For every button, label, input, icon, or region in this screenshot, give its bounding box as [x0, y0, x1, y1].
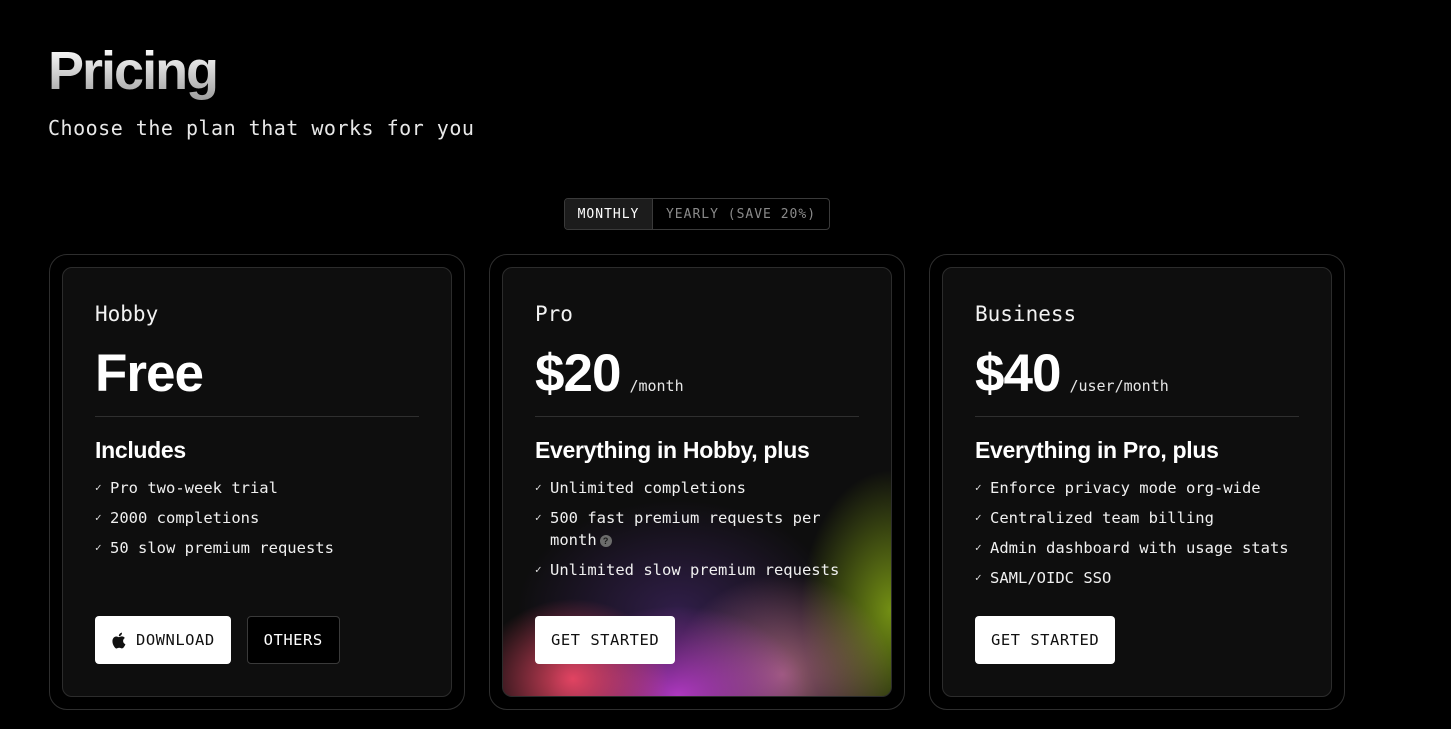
plan-actions: GET STARTED: [975, 616, 1116, 664]
plan-actions: DOWNLOAD OTHERS: [95, 616, 340, 664]
get-started-button[interactable]: GET STARTED: [535, 616, 676, 664]
plan-card-hobby-inner: Hobby Free Includes ✓ Pro two-week trial …: [62, 267, 452, 697]
feature-item: ✓ Unlimited slow premium requests: [535, 559, 859, 581]
help-icon[interactable]: ?: [599, 534, 612, 547]
feature-item: ✓ 50 slow premium requests: [95, 537, 419, 559]
check-icon: ✓: [95, 541, 102, 554]
price-row: $40 /user/month: [975, 344, 1299, 404]
check-icon: ✓: [975, 481, 982, 494]
plan-price: $40: [975, 344, 1061, 403]
feature-item: ✓ Unlimited completions: [535, 477, 859, 499]
billing-toggle: MONTHLY YEARLY (SAVE 20%): [564, 198, 830, 230]
page-subtitle: Choose the plan that works for you: [48, 116, 475, 140]
divider: [975, 416, 1299, 417]
feature-label: 50 slow premium requests: [110, 539, 334, 557]
feature-label: Admin dashboard with usage stats: [990, 539, 1289, 557]
plan-price: $20: [535, 344, 621, 403]
feature-item: ✓ 2000 completions: [95, 507, 419, 529]
feature-label: SAML/OIDC SSO: [990, 569, 1112, 587]
plans-container: Hobby Free Includes ✓ Pro two-week trial …: [49, 254, 1345, 710]
feature-list: ✓ Unlimited completions ✓ 500 fast premium…: [535, 477, 859, 581]
feature-label: Centralized team billing: [990, 509, 1214, 527]
plan-actions: GET STARTED: [535, 616, 676, 664]
feature-item: ✓ Admin dashboard with usage stats: [975, 537, 1299, 559]
includes-heading: Everything in Hobby, plus: [535, 437, 810, 463]
plan-card-business-inner: Business $40 /user/month Everything in P…: [942, 267, 1332, 697]
price-unit: /month: [629, 377, 684, 395]
feature-label: 500 fast premium requests per month: [550, 509, 821, 549]
plan-card-business: Business $40 /user/month Everything in P…: [929, 254, 1345, 710]
feature-item: ✓ Pro two-week trial: [95, 477, 419, 499]
feature-label: Unlimited slow premium requests: [550, 561, 840, 579]
page-title: Pricing: [48, 41, 219, 101]
get-started-button[interactable]: GET STARTED: [975, 616, 1116, 664]
feature-item: ✓ SAML/OIDC SSO: [975, 567, 1299, 589]
plan-name: Business: [975, 302, 1077, 326]
price-unit: /user/month: [1069, 377, 1169, 395]
includes-heading: Includes: [95, 437, 186, 463]
feature-list: ✓ Enforce privacy mode org-wide ✓ Centrali…: [975, 477, 1299, 589]
plan-name: Pro: [535, 302, 573, 326]
feature-list: ✓ Pro two-week trial ✓ 2000 completions ✓ 5…: [95, 477, 419, 559]
feature-item: ✓ Centralized team billing: [975, 507, 1299, 529]
plan-card-hobby: Hobby Free Includes ✓ Pro two-week trial …: [49, 254, 465, 710]
feature-label: 2000 completions: [110, 509, 260, 527]
feature-label: Unlimited completions: [550, 479, 746, 497]
plan-card-pro-inner: Pro $20 /month Everything in Hobby, plus…: [502, 267, 892, 697]
check-icon: ✓: [95, 481, 102, 494]
check-icon: ✓: [535, 481, 542, 494]
check-icon: ✓: [535, 511, 542, 524]
plan-name: Hobby: [95, 302, 159, 326]
apple-icon: [112, 632, 126, 648]
feature-label: Pro two-week trial: [110, 479, 278, 497]
price-row: $20 /month: [535, 344, 859, 404]
check-icon: ✓: [975, 541, 982, 554]
check-icon: ✓: [95, 511, 102, 524]
price-row: Free: [95, 344, 419, 404]
divider: [95, 416, 419, 417]
feature-item: ✓ Enforce privacy mode org-wide: [975, 477, 1299, 499]
feature-label-with-help: 500 fast premium requests per month?: [550, 507, 859, 551]
others-button[interactable]: OTHERS: [246, 616, 340, 664]
yearly-toggle-option[interactable]: YEARLY (SAVE 20%): [653, 199, 829, 229]
feature-item: ✓ 500 fast premium requests per month?: [535, 507, 859, 551]
download-button-label: DOWNLOAD: [136, 631, 215, 649]
plan-price: Free: [95, 344, 204, 403]
check-icon: ✓: [535, 563, 542, 576]
monthly-toggle-option[interactable]: MONTHLY: [565, 199, 653, 229]
divider: [535, 416, 859, 417]
includes-heading: Everything in Pro, plus: [975, 437, 1219, 463]
check-icon: ✓: [975, 571, 982, 584]
download-button[interactable]: DOWNLOAD: [95, 616, 231, 664]
plan-card-pro: Pro $20 /month Everything in Hobby, plus…: [489, 254, 905, 710]
feature-label: Enforce privacy mode org-wide: [990, 479, 1261, 497]
check-icon: ✓: [975, 511, 982, 524]
